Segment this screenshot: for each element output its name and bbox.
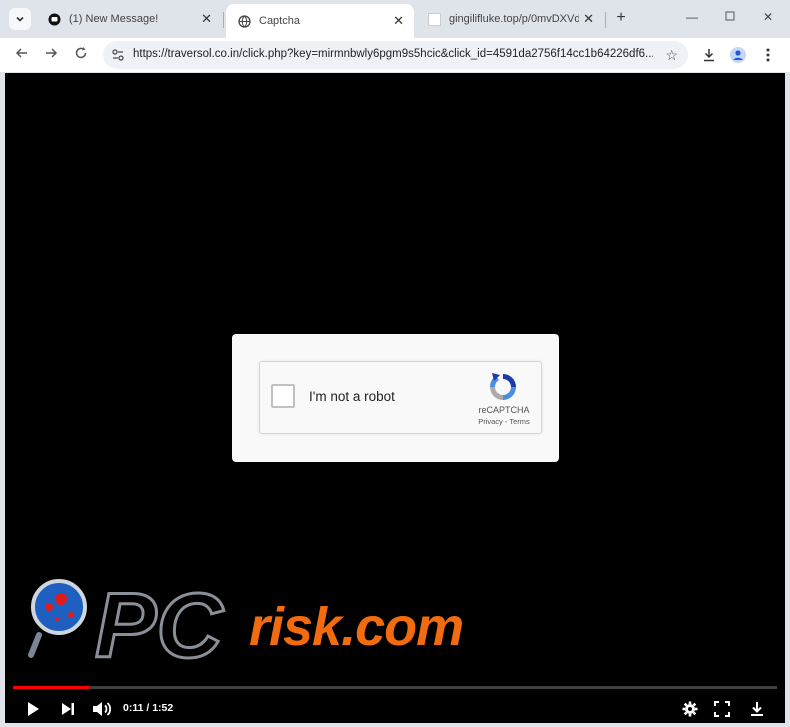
maximize-button[interactable]	[722, 10, 738, 24]
pc-letters-logo: PC	[94, 577, 226, 667]
address-bar[interactable]: https://traversol.co.in/click.php?key=mi…	[103, 41, 688, 69]
bookmark-star-icon[interactable]: ☆	[665, 47, 678, 64]
next-button[interactable]	[58, 699, 78, 719]
tab-divider	[223, 12, 224, 28]
arrow-right-icon	[46, 48, 58, 58]
recaptcha-logo-icon	[487, 371, 519, 403]
terms-link[interactable]: Terms	[509, 417, 529, 426]
page-content: I'm not a robot reCAPTCHA Privacy - Term…	[5, 73, 785, 723]
site-info-icon[interactable]	[111, 48, 125, 62]
minimize-button[interactable]: —	[684, 10, 700, 24]
recaptcha-widget: I'm not a robot reCAPTCHA Privacy - Term…	[259, 361, 542, 434]
video-download-button[interactable]	[747, 699, 767, 719]
skip-next-icon	[62, 703, 74, 715]
new-tab-button[interactable]: +	[612, 9, 630, 27]
close-icon[interactable]: ✕	[583, 11, 594, 27]
pcrisk-watermark: PC risk.com	[27, 577, 487, 667]
profile-button[interactable]	[729, 46, 747, 64]
tab-divider	[605, 12, 606, 28]
tab-title: gingilifluke.top/p/0mvDXVdx8	[449, 13, 579, 25]
fullscreen-button[interactable]	[712, 699, 732, 719]
video-progress-fill	[13, 686, 90, 689]
tab-captcha[interactable]: Captcha ✕	[226, 4, 414, 38]
close-icon[interactable]: ✕	[201, 11, 212, 27]
reload-icon	[75, 47, 87, 59]
arrow-left-icon	[15, 48, 27, 58]
forward-button[interactable]	[42, 46, 60, 64]
message-icon	[48, 13, 61, 26]
tab-strip: (1) New Message! ✕ Captcha ✕ gingilifluk…	[0, 0, 790, 38]
settings-button[interactable]	[680, 699, 700, 719]
watermark-prefix: PC	[95, 577, 224, 667]
close-window-button[interactable]: ✕	[760, 10, 776, 24]
globe-icon	[238, 14, 251, 28]
kebab-menu-icon	[766, 48, 770, 62]
downloads-button[interactable]	[700, 46, 718, 64]
download-icon	[704, 49, 714, 62]
tab-gingilifluke[interactable]: gingilifluke.top/p/0mvDXVdx8 ✕	[416, 6, 604, 32]
tab-new-message[interactable]: (1) New Message! ✕	[36, 6, 222, 32]
volume-icon	[93, 702, 112, 716]
browser-window: (1) New Message! ✕ Captcha ✕ gingilifluk…	[0, 0, 790, 727]
gear-icon	[682, 701, 698, 717]
magnifier-logo-icon	[28, 579, 87, 658]
privacy-link[interactable]: Privacy	[478, 417, 503, 426]
url-text[interactable]: https://traversol.co.in/click.php?key=mi…	[133, 48, 653, 60]
tab-title: Captcha	[259, 15, 300, 27]
captcha-modal: I'm not a robot reCAPTCHA Privacy - Term…	[232, 334, 559, 462]
menu-button[interactable]	[759, 46, 777, 64]
play-button[interactable]	[23, 699, 43, 719]
reload-button[interactable]	[72, 46, 90, 64]
tab-search-button[interactable]	[9, 8, 31, 30]
close-icon[interactable]: ✕	[393, 13, 404, 29]
play-icon	[28, 702, 39, 716]
recaptcha-label: I'm not a robot	[309, 389, 395, 404]
download-icon	[751, 702, 763, 716]
blank-page-icon	[428, 12, 441, 26]
video-progress-bar[interactable]	[13, 686, 777, 689]
video-time: 0:11 / 1:52	[123, 702, 174, 714]
back-button[interactable]	[13, 46, 31, 64]
recaptcha-checkbox[interactable]	[271, 384, 295, 408]
recaptcha-brand: reCAPTCHA	[478, 405, 530, 415]
watermark-text: risk.com	[249, 597, 464, 657]
fullscreen-icon	[714, 701, 730, 717]
avatar-icon	[730, 47, 746, 63]
volume-button[interactable]	[91, 699, 113, 719]
browser-toolbar: https://traversol.co.in/click.php?key=mi…	[0, 38, 790, 72]
chevron-down-icon	[16, 16, 24, 22]
recaptcha-links: Privacy - Terms	[470, 417, 538, 426]
tab-title: (1) New Message!	[69, 13, 159, 25]
maximize-icon	[725, 11, 735, 21]
